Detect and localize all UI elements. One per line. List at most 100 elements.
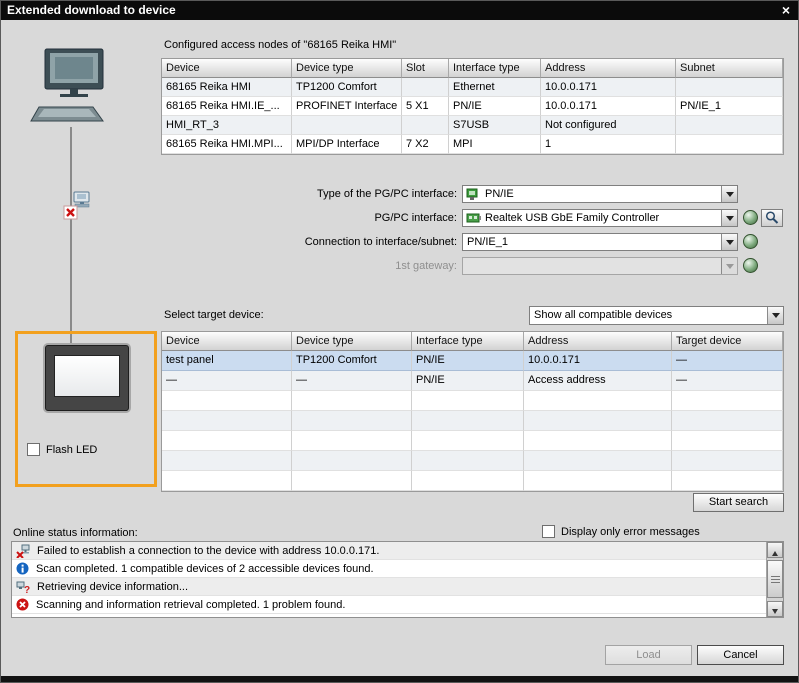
cell: 7 X2 bbox=[402, 135, 449, 154]
gateway-help-icon[interactable] bbox=[743, 258, 758, 273]
cell: Ethernet bbox=[449, 78, 541, 97]
cell: HMI_RT_3 bbox=[162, 116, 292, 135]
retrieving-icon: ? bbox=[16, 580, 30, 594]
connection-failed-icon bbox=[16, 544, 30, 558]
cell bbox=[676, 78, 783, 97]
display-only-errors-checkbox[interactable] bbox=[542, 525, 555, 538]
status-scrollbar[interactable] bbox=[766, 542, 783, 617]
display-only-errors-label: Display only error messages bbox=[561, 526, 700, 538]
start-search-button[interactable]: Start search bbox=[693, 493, 784, 512]
cell[interactable]: TP1200 Comfort bbox=[292, 351, 412, 371]
cell: S7USB bbox=[449, 116, 541, 135]
column-header: Subnet bbox=[676, 59, 783, 78]
broken-connection-icon bbox=[61, 191, 95, 223]
dropdown-arrow-icon bbox=[721, 258, 737, 274]
connection-subnet-label: Connection to interface/subnet: bbox=[161, 233, 457, 251]
magnifier-icon bbox=[764, 210, 780, 225]
cell: PN/IE bbox=[449, 97, 541, 116]
close-icon[interactable]: × bbox=[778, 2, 794, 18]
pg-pc-computer-illustration bbox=[29, 47, 119, 129]
column-header: Slot bbox=[402, 59, 449, 78]
column-header: Device type bbox=[292, 332, 412, 351]
cell: 68165 Reika HMI.IE_... bbox=[162, 97, 292, 116]
cell: 68165 Reika HMI.MPI... bbox=[162, 135, 292, 154]
pgpc-interface-dropdown[interactable]: Realtek USB GbE Family Controller bbox=[462, 209, 738, 227]
cell: 10.0.0.171 bbox=[541, 97, 676, 116]
connection-subnet-value: PN/IE_1 bbox=[467, 234, 719, 250]
select-target-device-label: Select target device: bbox=[164, 309, 264, 321]
table-row: HMI_RT_3 S7USB Not configured bbox=[162, 116, 783, 135]
status-message: Failed to establish a connection to the … bbox=[12, 542, 766, 560]
status-text: Scan completed. 1 compatible devices of … bbox=[36, 563, 374, 575]
online-status-label: Online status information: bbox=[13, 527, 138, 539]
cell[interactable]: — bbox=[672, 371, 783, 391]
flash-led-control[interactable]: Flash LED bbox=[27, 443, 97, 456]
dropdown-arrow-icon[interactable] bbox=[767, 307, 783, 324]
scroll-down-icon[interactable] bbox=[767, 601, 783, 617]
change-interface-settings-button[interactable] bbox=[761, 209, 783, 227]
empty-row bbox=[162, 391, 783, 411]
cell bbox=[402, 116, 449, 135]
column-header: Target device bbox=[672, 332, 783, 351]
status-message: Scan completed. 1 compatible devices of … bbox=[12, 560, 766, 578]
table-header-row: Device Device type Slot Interface type A… bbox=[162, 59, 783, 78]
dropdown-arrow-icon[interactable] bbox=[721, 186, 737, 202]
cell bbox=[676, 135, 783, 154]
online-status-list: Failed to establish a connection to the … bbox=[11, 541, 784, 618]
status-message: Scanning and information retrieval compl… bbox=[12, 596, 766, 614]
cell[interactable]: — bbox=[292, 371, 412, 391]
cell[interactable]: — bbox=[672, 351, 783, 371]
gateway-dropdown bbox=[462, 257, 738, 275]
error-icon bbox=[16, 598, 29, 611]
cell[interactable]: — bbox=[162, 371, 292, 391]
pgpc-interface-label: PG/PC interface: bbox=[161, 209, 457, 227]
access-nodes-heading: Configured access nodes of "68165 Reika … bbox=[164, 39, 396, 51]
cell: MPI bbox=[449, 135, 541, 154]
device-filter-value: Show all compatible devices bbox=[534, 307, 765, 324]
cell: 1 bbox=[541, 135, 676, 154]
connection-line bbox=[70, 127, 72, 343]
cell[interactable]: PN/IE bbox=[412, 351, 524, 371]
extended-download-dialog: Extended download to device × Flash LED … bbox=[0, 0, 799, 683]
window-bottom-edge bbox=[1, 676, 798, 682]
table-row: 68165 Reika HMI.IE_... PROFINET Interfac… bbox=[162, 97, 783, 116]
scrollbar-thumb[interactable] bbox=[767, 560, 783, 598]
error-filter-control[interactable]: Display only error messages bbox=[542, 525, 700, 538]
scroll-up-icon[interactable] bbox=[767, 542, 783, 558]
dropdown-arrow-icon[interactable] bbox=[721, 210, 737, 226]
table-row: 68165 Reika HMI TP1200 Comfort Ethernet … bbox=[162, 78, 783, 97]
column-header: Address bbox=[524, 332, 672, 351]
cell bbox=[402, 78, 449, 97]
cell: PN/IE_1 bbox=[676, 97, 783, 116]
cancel-button[interactable]: Cancel bbox=[697, 645, 784, 665]
cell: 68165 Reika HMI bbox=[162, 78, 292, 97]
scrollbar-grip bbox=[771, 576, 780, 577]
cell: Not configured bbox=[541, 116, 676, 135]
device-filter-dropdown[interactable]: Show all compatible devices bbox=[529, 306, 784, 325]
target-device-row[interactable]: — — PN/IE Access address — bbox=[162, 371, 783, 391]
flash-led-checkbox[interactable] bbox=[27, 443, 40, 456]
load-button[interactable]: Load bbox=[605, 645, 692, 665]
pgpc-type-dropdown[interactable]: PN/IE bbox=[462, 185, 738, 203]
column-header: Interface type bbox=[449, 59, 541, 78]
flash-led-label: Flash LED bbox=[46, 444, 97, 456]
subnet-help-icon[interactable] bbox=[743, 234, 758, 249]
column-header: Address bbox=[541, 59, 676, 78]
cell[interactable]: 10.0.0.171 bbox=[524, 351, 672, 371]
interface-help-icon[interactable] bbox=[743, 210, 758, 225]
hmi-panel-illustration bbox=[45, 345, 129, 411]
status-text: Scanning and information retrieval compl… bbox=[36, 599, 345, 611]
connection-subnet-dropdown[interactable]: PN/IE_1 bbox=[462, 233, 738, 251]
dropdown-arrow-icon[interactable] bbox=[721, 234, 737, 250]
cell[interactable]: test panel bbox=[162, 351, 292, 371]
column-header: Device bbox=[162, 332, 292, 351]
pgpc-type-label: Type of the PG/PC interface: bbox=[161, 185, 457, 203]
hmi-panel-screen bbox=[54, 355, 120, 397]
pnie-adapter-icon bbox=[466, 187, 481, 204]
cell[interactable]: Access address bbox=[524, 371, 672, 391]
cell[interactable]: PN/IE bbox=[412, 371, 524, 391]
pgpc-interface-value: Realtek USB GbE Family Controller bbox=[485, 210, 719, 226]
titlebar: Extended download to device × bbox=[1, 1, 798, 20]
column-header: Device bbox=[162, 59, 292, 78]
target-device-row-selected[interactable]: test panel TP1200 Comfort PN/IE 10.0.0.1… bbox=[162, 351, 783, 371]
